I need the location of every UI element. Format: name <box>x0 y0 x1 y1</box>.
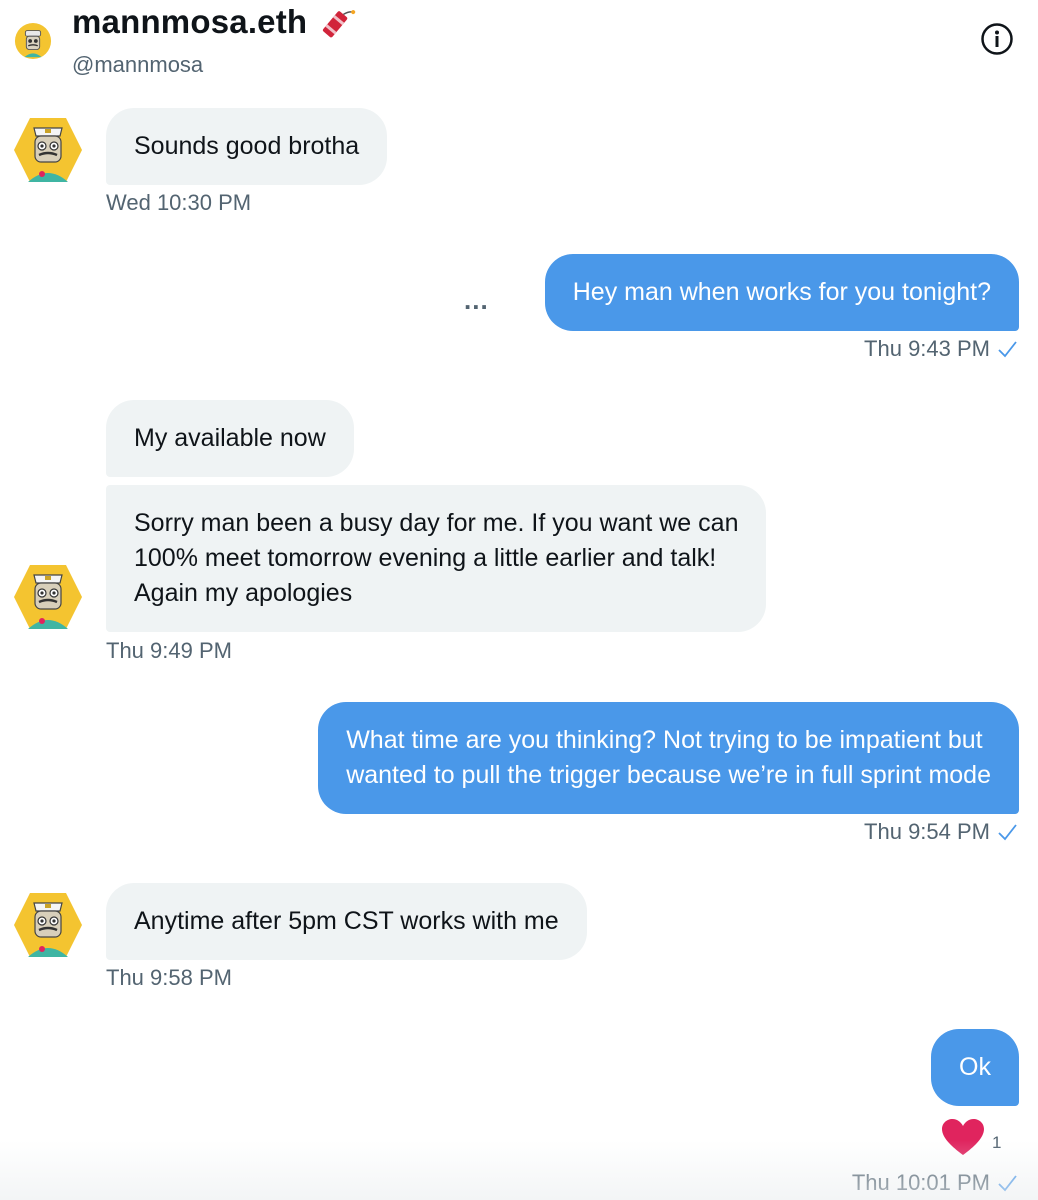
typing-indicator: ... <box>464 285 489 315</box>
timestamp-text: Thu 9:43 PM <box>864 336 990 361</box>
firecracker-icon <box>323 10 356 38</box>
checkmark-icon <box>998 824 1017 841</box>
user-handle: @mannmosa <box>72 52 204 77</box>
message-text-line: 100% meet tomorrow evening a little earl… <box>134 544 717 572</box>
heart-icon <box>942 1119 984 1155</box>
message-text: Hey man when works for you tonight? <box>572 278 991 306</box>
message-bubble-outgoing[interactable]: What time are you thinking? Not trying t… <box>318 702 1019 814</box>
message-timestamp: Wed 10:30 PM <box>106 190 252 215</box>
message-bubble-incoming[interactable]: Sounds good brotha <box>106 108 388 185</box>
avatar[interactable] <box>12 114 84 186</box>
message-bubble-outgoing[interactable]: Ok <box>931 1029 1019 1106</box>
message-bubble-incoming[interactable]: My available now <box>106 400 354 477</box>
message-text-line: Again my apologies <box>134 579 353 607</box>
avatar[interactable] <box>12 561 84 633</box>
avatar[interactable] <box>12 889 84 961</box>
message-text-line: Sorry man been a busy day for me. If you… <box>134 509 739 537</box>
info-icon[interactable] <box>980 22 1014 56</box>
message-timestamp: Thu 9:43 PM <box>864 336 1018 362</box>
message-text-line: wanted to pull the trigger because we’re… <box>346 761 991 789</box>
message-timestamp: Thu 9:58 PM <box>106 965 232 990</box>
message-timestamp: Thu 9:54 PM <box>864 819 1018 845</box>
message-text-line: What time are you thinking? Not trying t… <box>346 726 983 754</box>
checkmark-icon <box>998 1175 1017 1192</box>
message-timestamp: Thu 10:01 PM <box>852 1170 1018 1196</box>
timestamp-text: Thu 10:01 PM <box>851 1170 990 1195</box>
message-bubble-outgoing[interactable]: Hey man when works for you tonight? <box>544 254 1019 331</box>
header-avatar[interactable] <box>14 22 52 60</box>
message-text: Ok <box>959 1053 991 1081</box>
message-text: My available now <box>134 424 326 452</box>
checkmark-icon <box>998 341 1017 358</box>
display-name: mannmosa.eth <box>72 3 308 40</box>
message-text: Anytime after 5pm CST works with me <box>134 907 559 935</box>
message-bubble-incoming[interactable]: Anytime after 5pm CST works with me <box>106 883 587 960</box>
message-reaction[interactable]: 1 <box>940 1117 1001 1157</box>
message-bubble-incoming[interactable]: Sorry man been a busy day for me. If you… <box>106 485 767 632</box>
message-timestamp: Thu 9:49 PM <box>106 638 232 663</box>
reaction-count: 1 <box>992 1133 1002 1152</box>
conversation-title: mannmosa.eth <box>72 2 357 42</box>
message-text: Sounds good brotha <box>134 132 360 160</box>
timestamp-text: Thu 9:54 PM <box>864 819 990 844</box>
